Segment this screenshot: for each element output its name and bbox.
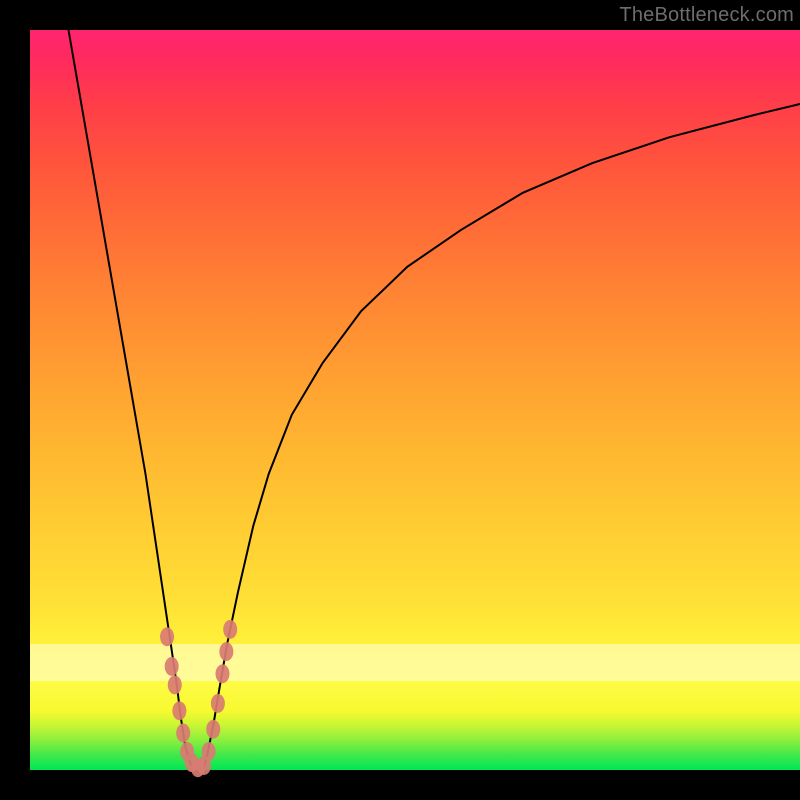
curve-group: [69, 30, 800, 770]
marker-group: [160, 620, 237, 777]
marker-point: [202, 742, 216, 761]
chart-frame: TheBottleneck.com: [0, 0, 800, 800]
watermark-text: TheBottleneck.com: [619, 4, 794, 27]
plot-area: [30, 30, 800, 770]
marker-point: [219, 642, 233, 661]
marker-point: [168, 675, 182, 694]
marker-point: [211, 694, 225, 713]
marker-point: [165, 657, 179, 676]
marker-point: [216, 664, 230, 683]
marker-point: [172, 701, 186, 720]
chart-curves: [30, 30, 800, 770]
marker-point: [223, 620, 237, 639]
marker-point: [160, 627, 174, 646]
marker-point: [176, 724, 190, 743]
marker-point: [206, 720, 220, 739]
series-right-ascent: [203, 104, 800, 770]
